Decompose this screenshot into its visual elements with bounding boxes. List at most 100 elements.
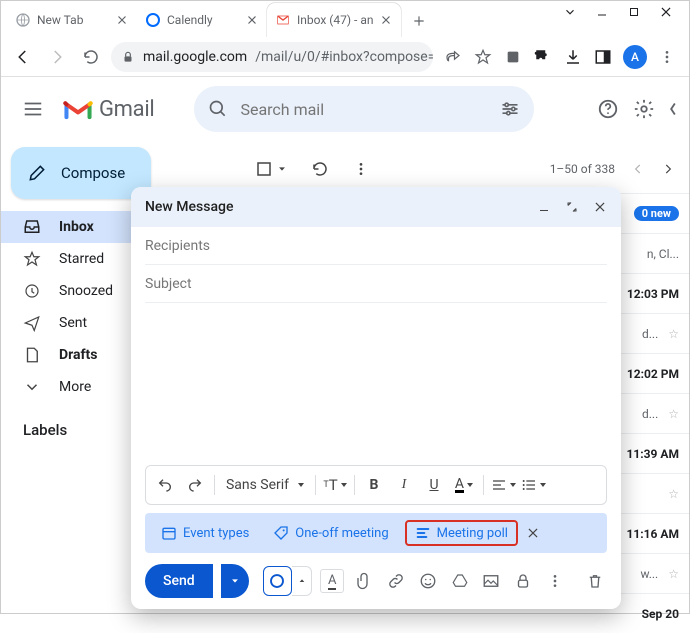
puzzle-icon[interactable] <box>533 47 553 67</box>
mail-toolbar: 1–50 of 338 <box>241 145 689 193</box>
address-bar[interactable]: mail.google.com/mail/u/0/#inbox?compose=… <box>111 42 433 72</box>
chip-oneoff[interactable]: One-off meeting <box>265 521 396 545</box>
next-page[interactable] <box>661 162 675 176</box>
chip-label: One-off meeting <box>295 526 388 541</box>
select-all[interactable] <box>255 160 287 178</box>
page-range: 1–50 of 338 <box>550 162 615 176</box>
drive-icon[interactable] <box>448 569 472 593</box>
tab-calendly[interactable]: Calendly <box>137 3 267 37</box>
kebab-icon[interactable] <box>657 47 677 67</box>
new-tab-button[interactable] <box>405 7 433 35</box>
close-icon[interactable] <box>379 13 393 27</box>
row-text: n, Cl... <box>647 247 679 261</box>
italic-button[interactable]: I <box>391 471 417 499</box>
nav-label: Snoozed <box>59 283 113 299</box>
help-icon[interactable] <box>597 98 619 120</box>
gmail-icon <box>275 12 291 28</box>
calendly-button[interactable] <box>263 566 293 596</box>
more-button[interactable] <box>353 161 369 177</box>
close-icon[interactable] <box>659 5 673 19</box>
search-input[interactable] <box>240 100 488 119</box>
menu-icon[interactable] <box>13 89 53 129</box>
browser-tabs: New Tab Calendly Inbox (47) - an <box>1 3 433 37</box>
calendly-more[interactable] <box>292 566 312 596</box>
compose-footer: Send A <box>131 553 621 609</box>
confidential-icon[interactable] <box>511 569 535 593</box>
gmail-logo[interactable]: Gmail <box>63 97 154 122</box>
window-controls <box>547 1 689 23</box>
tag-icon <box>273 525 289 541</box>
tab-label: Calendly <box>167 13 239 27</box>
avatar-letter: A <box>631 50 639 64</box>
download-icon[interactable] <box>563 47 583 67</box>
send-button[interactable]: Send <box>145 564 213 598</box>
link-icon[interactable] <box>384 569 408 593</box>
search-bar[interactable] <box>194 86 534 132</box>
trash-icon[interactable] <box>583 569 607 593</box>
compose-body[interactable] <box>131 303 621 465</box>
reload-button[interactable] <box>77 43 105 71</box>
refresh-button[interactable] <box>311 160 329 178</box>
tune-icon[interactable] <box>500 99 520 119</box>
tab-gmail[interactable]: Inbox (47) - an <box>267 3 401 37</box>
close-icon[interactable] <box>526 526 540 540</box>
image-icon[interactable] <box>480 569 504 593</box>
inbox-icon <box>23 218 41 236</box>
format-toolbar: Sans Serif TT B I U A <box>145 465 607 505</box>
tab-label: Inbox (47) - an <box>297 13 373 27</box>
undo-button[interactable] <box>152 471 178 499</box>
field-label: Recipients <box>145 238 210 254</box>
star-icon[interactable] <box>473 47 493 67</box>
row-time: 11:16 AM <box>627 527 679 541</box>
more-icon[interactable] <box>543 569 567 593</box>
font-family-select[interactable]: Sans Serif <box>221 471 309 499</box>
bold-button[interactable]: B <box>361 471 387 499</box>
subject-field[interactable]: Subject <box>145 265 607 303</box>
emoji-icon[interactable] <box>416 569 440 593</box>
compose-header[interactable]: New Message <box>131 187 621 227</box>
minimize-icon[interactable] <box>537 200 551 214</box>
redo-button[interactable] <box>182 471 208 499</box>
profile-avatar[interactable]: A <box>623 45 647 69</box>
star-icon[interactable]: ☆ <box>668 407 679 421</box>
minimize-icon[interactable] <box>595 5 609 19</box>
close-icon[interactable] <box>245 13 259 27</box>
underline-button[interactable]: U <box>421 471 447 499</box>
extension-icon-1[interactable] <box>503 47 523 67</box>
nav-label: Drafts <box>59 347 97 363</box>
browser-titlebar: New Tab Calendly Inbox (47) - an <box>1 1 689 37</box>
attach-icon[interactable] <box>352 569 376 593</box>
sidepanel-icon[interactable] <box>669 98 677 120</box>
back-button[interactable] <box>9 43 37 71</box>
chip-meeting-poll[interactable]: Meeting poll <box>405 520 518 546</box>
send-options[interactable] <box>221 564 249 598</box>
share-icon[interactable] <box>443 47 463 67</box>
browser-toolbar: mail.google.com/mail/u/0/#inbox?compose=… <box>1 37 689 77</box>
compose-button[interactable]: Compose <box>11 147 151 199</box>
star-icon[interactable]: ☆ <box>668 567 679 581</box>
close-icon[interactable] <box>115 13 129 27</box>
chevron-down-icon[interactable] <box>563 5 577 19</box>
chip-event-types[interactable]: Event types <box>153 521 257 545</box>
calendly-chips: Event types One-off meeting Meeting poll <box>145 513 607 553</box>
tab-new[interactable]: New Tab <box>7 3 137 37</box>
align-button[interactable] <box>490 471 516 499</box>
star-icon[interactable]: ☆ <box>668 487 679 501</box>
font-size-button[interactable]: TT <box>322 471 348 499</box>
text-color-button[interactable]: A <box>451 471 477 499</box>
gear-icon[interactable] <box>633 98 655 120</box>
expand-icon[interactable] <box>565 200 579 214</box>
send-label: Send <box>163 573 195 589</box>
recipients-field[interactable]: Recipients <box>145 227 607 265</box>
panel-icon[interactable] <box>593 47 613 67</box>
list-button[interactable] <box>520 471 546 499</box>
star-icon <box>23 250 41 268</box>
forward-button[interactable] <box>43 43 71 71</box>
text-format-button[interactable]: A <box>320 569 344 593</box>
font-family-label: Sans Serif <box>226 477 289 493</box>
maximize-icon[interactable] <box>627 5 641 19</box>
prev-page[interactable] <box>631 162 645 176</box>
url-domain: mail.google.com <box>143 49 247 65</box>
close-icon[interactable] <box>593 200 607 214</box>
star-icon[interactable]: ☆ <box>668 327 679 341</box>
